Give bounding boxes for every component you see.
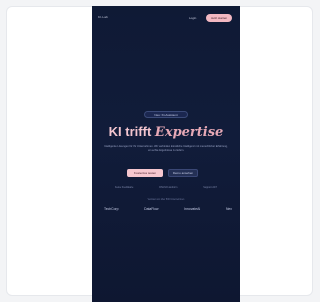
trusted-by-label: Vertraut von über 500 Unternehmen	[147, 199, 185, 201]
login-link[interactable]: Login	[189, 16, 196, 20]
trust-item: Support 24/7	[203, 186, 217, 189]
secondary-cta-button[interactable]: Demo ansehen	[168, 169, 198, 177]
hero-headline: KI trifft Expertise	[92, 124, 240, 140]
trust-item: Keine Kreditkarte	[114, 186, 134, 189]
client-logo: TechCorp	[104, 207, 119, 211]
hero-lead: Intelligente Lösungen für Ihr Unternehme…	[104, 145, 228, 152]
mobile-preview: KI-Lab Login Jetzt starten Neu: KI-Assis…	[92, 6, 240, 302]
client-logo: InnovateAI	[184, 207, 201, 211]
nav-cta-button[interactable]: Jetzt starten	[206, 14, 232, 22]
logo-row: TechCorp DataFlow InnovateAI Nex	[104, 207, 232, 211]
brand-logo[interactable]: KI-Lab	[98, 15, 108, 19]
headline-accent: Expertise	[154, 125, 224, 140]
headline-main: KI trifft	[108, 124, 152, 139]
top-nav: KI-Lab Login Jetzt starten	[92, 14, 240, 24]
primary-cta-button[interactable]: Kostenlos testen	[127, 169, 163, 177]
client-logo: DataFlow	[144, 207, 159, 211]
trust-row: Keine Kreditkarte DSGVO-konform Support …	[102, 186, 230, 189]
trust-item: DSGVO-konform	[159, 186, 178, 189]
hero-badge: Neu: KI-Assistent	[144, 111, 188, 118]
client-logo: Nex	[225, 207, 232, 211]
